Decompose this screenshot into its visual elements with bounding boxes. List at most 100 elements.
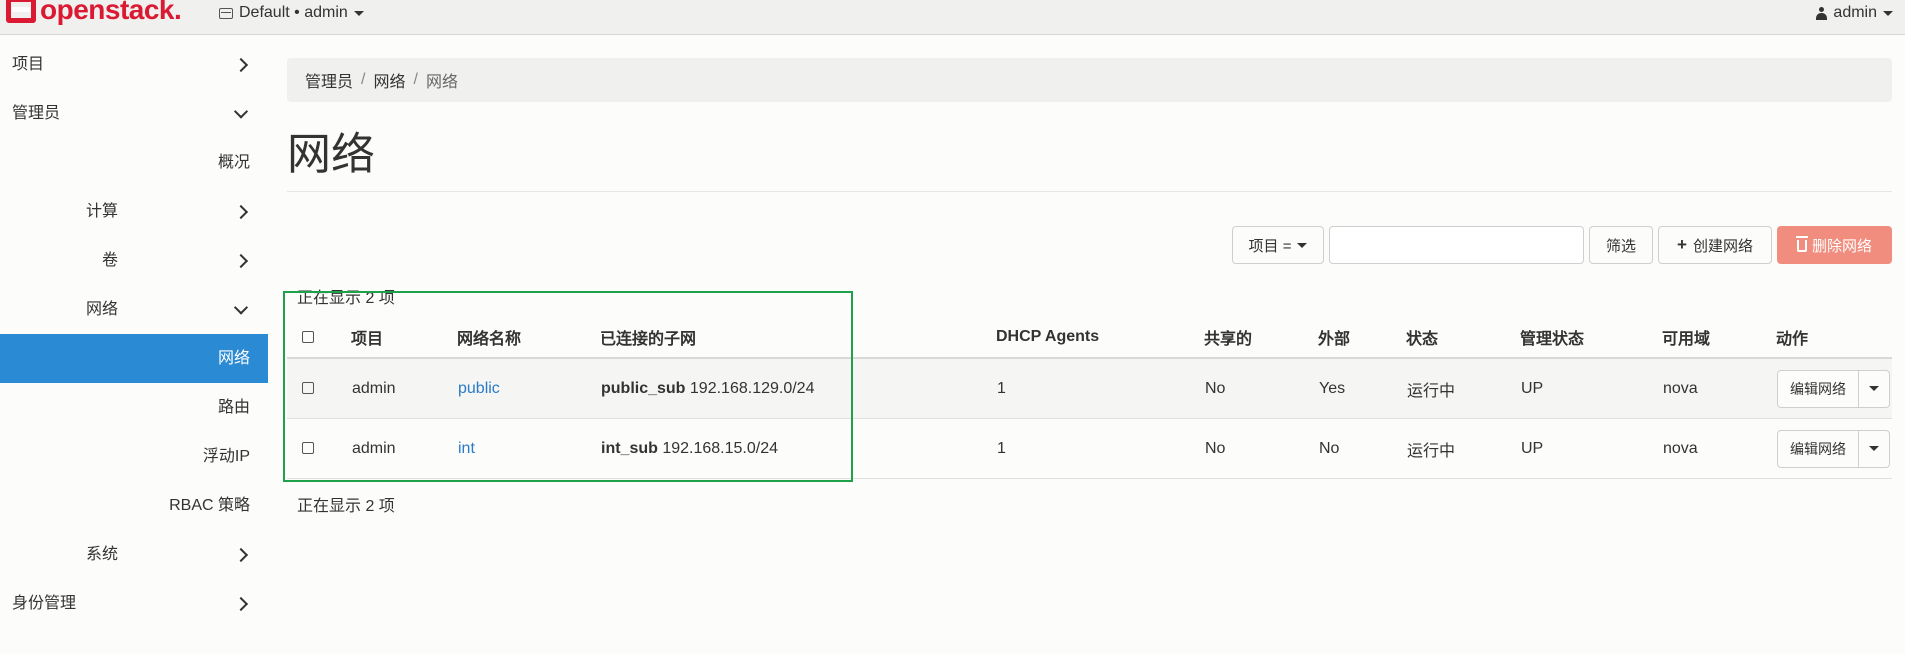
sidebar-item-4[interactable]: 卷 bbox=[0, 236, 268, 285]
sidebar-item-8[interactable]: 浮动IP bbox=[0, 432, 268, 481]
col-header-status[interactable]: 状态 bbox=[1406, 317, 1520, 359]
networks-table: 项目 网络名称 已连接的子网 DHCP Agents 共享的 外部 状态 管理状… bbox=[287, 317, 1892, 479]
cell-network-name: public bbox=[457, 358, 600, 419]
user-menu[interactable]: admin bbox=[1816, 4, 1893, 22]
sidebar-item-5[interactable]: 网络 bbox=[0, 285, 268, 334]
plus-icon: + bbox=[1677, 235, 1687, 254]
sidebar-item-3[interactable]: 计算 bbox=[0, 187, 268, 236]
col-header-admin-state[interactable]: 管理状态 bbox=[1520, 317, 1662, 359]
sidebar-item-label: 项目 bbox=[12, 56, 45, 73]
select-all-cell bbox=[287, 317, 351, 359]
sidebar-item-label: 网络 bbox=[217, 350, 250, 367]
cell-dhcp-agents: 1 bbox=[996, 418, 1204, 479]
table-header-row: 项目 网络名称 已连接的子网 DHCP Agents 共享的 外部 状态 管理状… bbox=[287, 317, 1892, 359]
sidebar-item-6[interactable]: 网络 bbox=[0, 334, 268, 383]
trash-icon bbox=[1795, 236, 1808, 252]
sidebar-item-7[interactable]: 路由 bbox=[0, 383, 268, 432]
edit-network-button[interactable]: 编辑网络 bbox=[1777, 429, 1859, 468]
sidebar-item-label: 网络 bbox=[85, 301, 118, 318]
user-icon bbox=[1816, 6, 1828, 20]
sidebar-item-2[interactable]: 概况 bbox=[0, 138, 268, 187]
breadcrumb: 管理员 / 网络 / 网络 bbox=[287, 58, 1892, 102]
breadcrumb-item-network-group[interactable]: 网络 bbox=[373, 68, 405, 92]
cell-external: No bbox=[1318, 418, 1406, 479]
row-action-group: 编辑网络 bbox=[1777, 429, 1890, 468]
row-action-group: 编辑网络 bbox=[1777, 369, 1890, 408]
sidebar-item-label: 管理员 bbox=[12, 105, 61, 122]
sidebar-item-11[interactable]: 身份管理 bbox=[0, 579, 268, 628]
filter-field-label: 项目 = bbox=[1248, 237, 1292, 255]
chevron-right-icon bbox=[233, 253, 249, 268]
cell-shared: No bbox=[1204, 358, 1318, 419]
cell-status: 运行中 bbox=[1406, 358, 1520, 419]
delete-network-label: 删除网络 bbox=[1811, 237, 1872, 255]
row-select-cell bbox=[287, 418, 351, 479]
title-divider bbox=[287, 191, 1892, 192]
filter-field-dropdown[interactable]: 项目 = bbox=[1232, 226, 1324, 264]
table-row: admin int int_sub 192.168.15.0/24 1 No No 运行中 U… bbox=[287, 418, 1892, 479]
cell-actions: 编辑网络 bbox=[1776, 418, 1892, 479]
col-header-project[interactable]: 项目 bbox=[351, 317, 457, 359]
row-actions-dropdown[interactable] bbox=[1859, 429, 1890, 468]
openstack-logo[interactable]: openstack. bbox=[6, 0, 182, 26]
col-header-external[interactable]: 外部 bbox=[1318, 317, 1406, 359]
filter-button[interactable]: 筛选 bbox=[1589, 226, 1653, 264]
chevron-right-icon bbox=[233, 547, 249, 562]
sidebar-item-label: 概况 bbox=[217, 154, 250, 171]
sidebar-item-0[interactable]: 项目 bbox=[0, 40, 268, 89]
cell-shared: No bbox=[1204, 418, 1318, 479]
brand-name: openstack. bbox=[40, 0, 182, 25]
breadcrumb-separator: / bbox=[413, 71, 418, 88]
project-switcher[interactable]: Default • admin bbox=[219, 4, 364, 22]
openstack-logo-icon bbox=[6, 0, 36, 23]
sidebar-item-1[interactable]: 管理员 bbox=[0, 89, 268, 138]
row-checkbox[interactable] bbox=[302, 442, 314, 455]
delete-network-button[interactable]: 删除网络 bbox=[1777, 226, 1892, 264]
row-actions-dropdown[interactable] bbox=[1859, 369, 1890, 408]
cell-status: 运行中 bbox=[1406, 418, 1520, 479]
col-header-shared[interactable]: 共享的 bbox=[1204, 317, 1318, 359]
user-menu-label: admin bbox=[1833, 4, 1877, 21]
sidebar-item-label: RBAC 策略 bbox=[169, 497, 250, 514]
row-checkbox[interactable] bbox=[302, 382, 314, 395]
chevron-right-icon bbox=[233, 57, 249, 72]
network-name-link[interactable]: int bbox=[458, 440, 475, 457]
col-header-network-name[interactable]: 网络名称 bbox=[457, 317, 600, 359]
col-header-availability-zone[interactable]: 可用域 bbox=[1662, 317, 1776, 359]
sidebar-item-label: 卷 bbox=[101, 252, 118, 269]
sidebar-item-label: 身份管理 bbox=[12, 595, 77, 612]
item-count-bottom: 正在显示 2 项 bbox=[297, 498, 395, 515]
row-select-cell bbox=[287, 358, 351, 419]
caret-down-icon bbox=[1869, 386, 1879, 391]
breadcrumb-item-admin[interactable]: 管理员 bbox=[305, 68, 353, 92]
cell-admin-state: UP bbox=[1520, 358, 1662, 419]
sidebar-item-label: 系统 bbox=[85, 546, 118, 563]
sidebar-nav: 项目 管理员 概况 计算卷网络 网络 路由 浮动IP RBAC 策略 系统 身份管理 bbox=[0, 40, 268, 628]
edit-network-button[interactable]: 编辑网络 bbox=[1777, 369, 1859, 408]
table-toolbar: 项目 = 筛选 + 创建网络 删除网络 bbox=[1232, 226, 1892, 264]
page-title: 网络 bbox=[287, 130, 375, 179]
network-name-link[interactable]: public bbox=[458, 380, 500, 397]
item-count-top: 正在显示 2 项 bbox=[297, 290, 395, 307]
cell-subnets: public_sub 192.168.129.0/24 bbox=[600, 358, 996, 419]
sidebar-item-10[interactable]: 系统 bbox=[0, 530, 268, 579]
cell-network-name: int bbox=[457, 418, 600, 479]
col-header-dhcp-agents[interactable]: DHCP Agents bbox=[996, 317, 1204, 359]
cell-project: admin bbox=[351, 418, 457, 479]
caret-down-icon bbox=[353, 10, 364, 16]
filter-input[interactable] bbox=[1329, 226, 1584, 264]
sidebar-item-9[interactable]: RBAC 策略 bbox=[0, 481, 268, 530]
chevron-down-icon bbox=[233, 299, 249, 315]
subnet-name: public_sub bbox=[601, 379, 686, 397]
select-all-checkbox[interactable] bbox=[302, 330, 314, 343]
caret-down-icon bbox=[1869, 446, 1879, 451]
breadcrumb-separator: / bbox=[361, 71, 366, 88]
chevron-down-icon bbox=[233, 103, 249, 119]
subnet-cidr: 192.168.15.0/24 bbox=[662, 439, 779, 457]
breadcrumb-item-current: 网络 bbox=[425, 74, 458, 91]
col-header-subnets[interactable]: 已连接的子网 bbox=[600, 317, 996, 359]
cell-availability-zone: nova bbox=[1662, 418, 1776, 479]
subnet-cidr: 192.168.129.0/24 bbox=[689, 379, 815, 397]
cell-subnets: int_sub 192.168.15.0/24 bbox=[600, 418, 996, 479]
create-network-button[interactable]: + 创建网络 bbox=[1658, 226, 1772, 264]
